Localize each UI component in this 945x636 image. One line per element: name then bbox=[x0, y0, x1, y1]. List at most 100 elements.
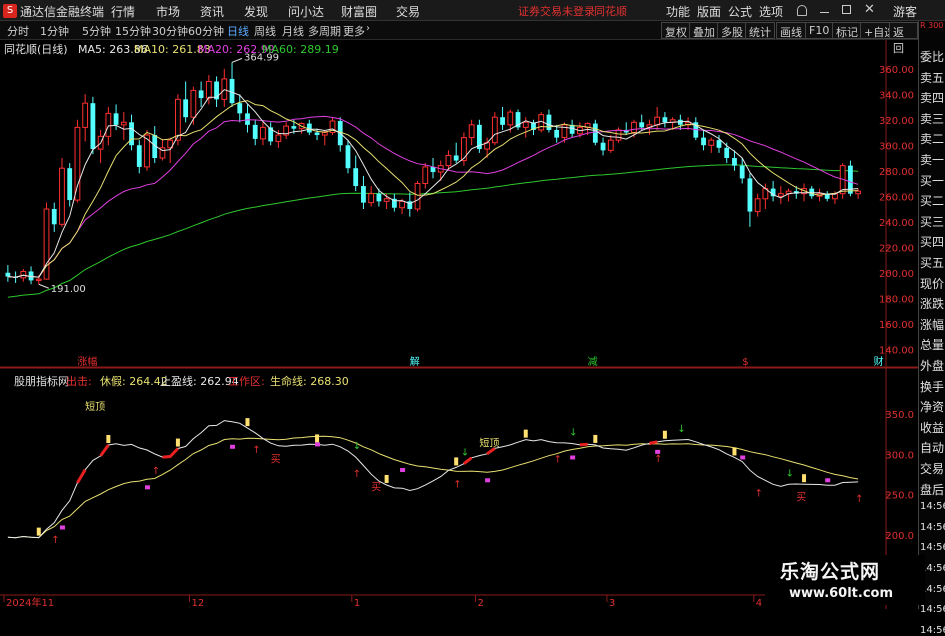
btn-f10[interactable]: F10 bbox=[805, 22, 834, 39]
candle-body bbox=[708, 139, 715, 146]
event-marker[interactable]: 涨幅 bbox=[77, 355, 97, 368]
side-label[interactable]: 买三 bbox=[919, 213, 945, 230]
candle-body bbox=[35, 278, 42, 281]
candle-body bbox=[183, 99, 189, 118]
side-label[interactable]: 涨幅 bbox=[919, 316, 945, 333]
menu-xuanxiang[interactable]: 选项 bbox=[759, 3, 783, 20]
side-label[interactable]: 交易 bbox=[919, 460, 945, 477]
restore-icon[interactable] bbox=[842, 5, 851, 14]
user-icon[interactable] bbox=[797, 5, 807, 16]
side-label[interactable]: 买一 bbox=[919, 172, 945, 189]
btn-tongji[interactable]: 统计 bbox=[745, 22, 775, 39]
side-label[interactable]: 卖三 bbox=[919, 110, 945, 127]
period-toolbar: 分时 1分钟 5分钟 15分钟 30分钟 60分钟 日线 周线 月线 多周期 更… bbox=[0, 21, 918, 55]
side-label[interactable]: 盘后 bbox=[919, 481, 945, 498]
side-label[interactable]: 卖四 bbox=[919, 89, 945, 106]
side-label[interactable]: 14:56 bbox=[919, 501, 945, 512]
candle-body bbox=[82, 102, 89, 128]
side-label[interactable]: 14:56 bbox=[919, 542, 945, 553]
y-tick-label: 160.00 bbox=[879, 320, 914, 331]
candle-body bbox=[662, 117, 668, 123]
period-monthly[interactable]: 月线 bbox=[282, 23, 304, 39]
side-label[interactable]: 买五 bbox=[919, 254, 945, 271]
side-label[interactable]: 卖五 bbox=[919, 69, 945, 86]
side-label[interactable]: 现价 bbox=[919, 275, 945, 292]
period-30min[interactable]: 30分钟 bbox=[152, 23, 188, 39]
event-marker[interactable]: 减 bbox=[588, 356, 598, 368]
btn-duogu[interactable]: 多股 bbox=[717, 22, 747, 39]
side-label[interactable]: 14:56 bbox=[919, 604, 945, 615]
signal-bar bbox=[732, 447, 737, 456]
menu-faxian[interactable]: 发现 bbox=[244, 3, 268, 20]
period-60min[interactable]: 60分钟 bbox=[188, 23, 224, 39]
menu-gongneng[interactable]: 功能 bbox=[666, 3, 690, 20]
signal-bar bbox=[384, 474, 389, 483]
side-label[interactable]: 卖一 bbox=[919, 151, 945, 168]
menu-zixun[interactable]: 资讯 bbox=[200, 3, 224, 20]
ma60-line bbox=[7, 164, 859, 298]
guest-label[interactable]: 游客 bbox=[893, 3, 917, 20]
event-marker[interactable]: $ bbox=[742, 357, 748, 368]
period-weekly[interactable]: 周线 bbox=[254, 23, 276, 39]
side-label[interactable]: 自动 bbox=[919, 439, 945, 456]
work-zone-line bbox=[99, 444, 110, 457]
sub-indicator: ↑↑↑↑↓↑↓↑↓↑↓↑↓↑短顶短顶买买买 bbox=[7, 400, 864, 546]
side-label[interactable]: 换手 bbox=[919, 378, 945, 395]
menu-hangqing[interactable]: 行情 bbox=[111, 3, 135, 20]
period-more[interactable]: 更多 bbox=[343, 23, 365, 39]
menu-caifuquan[interactable]: 财富圈 bbox=[341, 3, 377, 20]
period-multi[interactable]: 多周期 bbox=[308, 23, 341, 39]
menu-wenxiaoda[interactable]: 问小达 bbox=[288, 3, 324, 20]
period-15min[interactable]: 15分钟 bbox=[115, 23, 151, 39]
side-label[interactable]: 净资 bbox=[919, 398, 945, 415]
login-warning[interactable]: 证券交易未登录 bbox=[518, 3, 595, 19]
event-marker[interactable]: 解 bbox=[410, 355, 420, 368]
x-tick-label: 4 bbox=[756, 598, 762, 609]
period-1min[interactable]: 1分钟 bbox=[40, 23, 69, 39]
side-label[interactable]: 涨跌 bbox=[919, 295, 945, 312]
period-5min[interactable]: 5分钟 bbox=[82, 23, 111, 39]
side-label[interactable]: 买四 bbox=[919, 233, 945, 250]
candle-body bbox=[507, 111, 514, 126]
life-line bbox=[7, 435, 859, 539]
menu-shichang[interactable]: 市场 bbox=[156, 3, 180, 20]
signal-bar bbox=[523, 429, 528, 438]
btn-huaxian[interactable]: 画线 bbox=[776, 22, 806, 39]
side-label[interactable]: 买二 bbox=[919, 192, 945, 209]
btn-fuquan[interactable]: 复权 bbox=[661, 22, 691, 39]
candle-body bbox=[855, 190, 862, 195]
period-fenshi[interactable]: 分时 bbox=[7, 23, 29, 39]
signal-dot bbox=[230, 444, 236, 449]
side-label[interactable]: 14:56 bbox=[919, 625, 945, 636]
candle-body bbox=[67, 168, 73, 201]
event-marker[interactable]: 财 bbox=[874, 355, 884, 368]
candle-body bbox=[237, 103, 243, 114]
buy-arrow: ↑ bbox=[152, 466, 160, 477]
watermark: 乐淘公式网 www.60lt.com bbox=[765, 555, 925, 605]
btn-biaoji[interactable]: 标记 bbox=[832, 22, 862, 39]
side-label[interactable]: 卖二 bbox=[919, 130, 945, 147]
menu-jiaoyi[interactable]: 交易 bbox=[396, 3, 420, 20]
chevron-down-icon[interactable]: › bbox=[366, 23, 370, 34]
side-label[interactable]: 总量 bbox=[919, 336, 945, 353]
x-tick-label: 1 bbox=[354, 598, 360, 609]
side-label[interactable]: 外盘 bbox=[919, 357, 945, 374]
side-label[interactable]: 收益 bbox=[919, 419, 945, 436]
side-label[interactable]: 14:56 bbox=[919, 522, 945, 533]
candle-body bbox=[20, 270, 27, 279]
close-icon[interactable]: ✕ bbox=[864, 2, 875, 17]
candle-body bbox=[732, 158, 737, 166]
side-label[interactable]: 委比 bbox=[919, 48, 945, 65]
candle-body bbox=[461, 137, 467, 162]
menu-banmian[interactable]: 版面 bbox=[697, 3, 721, 20]
candle-body bbox=[245, 113, 250, 125]
btn-diejia[interactable]: 叠加 bbox=[689, 22, 719, 39]
work-zone-line bbox=[579, 442, 588, 447]
menu-gongshi[interactable]: 公式 bbox=[728, 3, 752, 20]
period-daily[interactable]: 日线 bbox=[227, 23, 249, 39]
btn-fanhui[interactable]: 返回 bbox=[889, 22, 918, 55]
sub-label: 买 bbox=[796, 491, 806, 503]
kline-chart[interactable]: 364.99191.00涨幅解减 $ 财 ↑↑↑↑↓↑↓↑↓↑↓↑↓↑短顶短顶买买买… bbox=[0, 40, 918, 609]
candle-body bbox=[600, 142, 606, 151]
minimize-icon[interactable] bbox=[820, 12, 829, 13]
